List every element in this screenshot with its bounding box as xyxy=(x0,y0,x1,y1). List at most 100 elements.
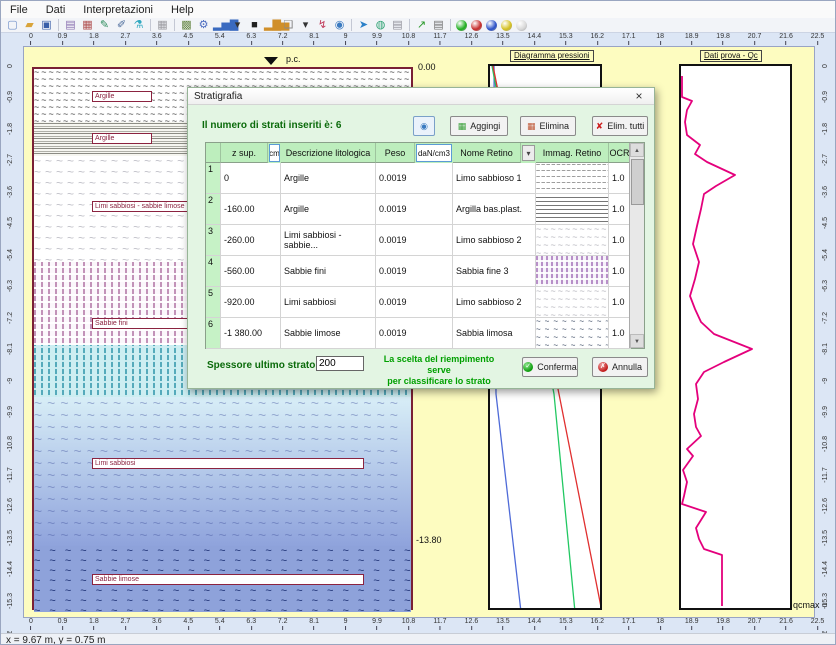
delete-all-button[interactable]: ✘Elim. tutti xyxy=(592,116,648,136)
cell-immagine-retino[interactable]: ~~~~~~~~~~~ ~~~~~~~~~~~ ~~~~~~~~~~~ ~~~~… xyxy=(536,225,609,256)
column-header: Nome Retino xyxy=(453,143,521,163)
page-edit-icon[interactable]: ✎ xyxy=(97,19,112,32)
cell-z-sup[interactable]: 0 xyxy=(221,163,281,194)
print-icon[interactable]: ▤ xyxy=(431,19,446,32)
line-chart-icon[interactable]: ↯ xyxy=(315,19,330,32)
ruler-tick: 3.6 xyxy=(152,618,162,630)
row-number-cell[interactable]: 6 xyxy=(206,318,221,349)
chart-up-icon[interactable]: ↗ xyxy=(414,19,429,32)
caret-down-icon[interactable]: ▾ xyxy=(230,19,245,32)
flask-icon[interactable]: ⚗ xyxy=(131,19,146,32)
bar-chart-icon[interactable]: ▂▅▇ xyxy=(213,19,228,32)
add-layer-button[interactable]: ▦Aggingi xyxy=(450,116,508,136)
cell-peso[interactable]: 0.0019 xyxy=(376,318,453,349)
green-ball-icon[interactable] xyxy=(456,20,467,31)
depth-water-label: -13.80 xyxy=(416,535,442,545)
cell-descrizione[interactable]: Argille xyxy=(281,194,376,225)
cell-peso[interactable]: 0.0019 xyxy=(376,225,453,256)
gear-icon[interactable]: ⚙ xyxy=(196,19,211,32)
cell-z-sup[interactable]: -160.00 xyxy=(221,194,281,225)
table-scrollbar[interactable]: ▲ ▼ xyxy=(629,143,644,348)
cell-z-sup[interactable]: -560.00 xyxy=(221,256,281,287)
confirm-button[interactable]: ✓Conferma xyxy=(522,357,578,377)
close-icon[interactable]: × xyxy=(627,89,651,104)
cell-immagine-retino[interactable] xyxy=(536,194,609,225)
cell-descrizione[interactable]: Limi sabbiosi xyxy=(281,287,376,318)
cell-peso[interactable]: 0.0019 xyxy=(376,287,453,318)
row-number-cell[interactable]: 1 xyxy=(206,163,221,194)
window-icon[interactable]: ❏ xyxy=(281,19,296,32)
report-icon[interactable]: ▤ xyxy=(63,19,78,32)
notes-icon[interactable]: ▤ xyxy=(390,19,405,32)
gray-ball-icon[interactable] xyxy=(516,20,527,31)
blue-ball-icon[interactable] xyxy=(486,20,497,31)
cell-immagine-retino[interactable]: ~~~~~~~~~~~~~~~~~ ~~~~~~~~~~~~~~~~~ ~~~~… xyxy=(536,163,609,194)
cell-z-sup[interactable]: -1 380.00 xyxy=(221,318,281,349)
cell-nome-retino[interactable]: Limo sabbioso 2 xyxy=(453,225,536,256)
image-icon[interactable]: ▦ xyxy=(80,19,95,32)
cell-immagine-retino[interactable] xyxy=(536,256,609,287)
cancel-button[interactable]: ✗Annulla xyxy=(592,357,648,377)
ruler-tick: 19.8 xyxy=(716,33,730,45)
doc-globe-icon[interactable]: ◉ xyxy=(332,19,347,32)
cell-descrizione[interactable]: Argille xyxy=(281,163,376,194)
ruler-tick: -5.4 xyxy=(816,249,836,261)
cell-peso[interactable]: 0.0019 xyxy=(376,163,453,194)
cell-nome-retino[interactable]: Sabbia fine 3 xyxy=(453,256,536,287)
column-header[interactable]: cm xyxy=(269,144,280,162)
qc-chart-title: Dati prova - Qc xyxy=(700,50,762,62)
grid-icon[interactable]: ▦ xyxy=(155,19,170,32)
scroll-down-icon[interactable]: ▼ xyxy=(630,334,644,348)
scroll-up-icon[interactable]: ▲ xyxy=(630,143,644,157)
cell-z-sup[interactable]: -260.00 xyxy=(221,225,281,256)
arrow-icon[interactable]: ➤ xyxy=(356,19,371,32)
menu-item-help[interactable]: Help xyxy=(162,3,203,17)
ruler-tick: -0.9 xyxy=(1,91,21,103)
row-number-cell[interactable]: 4 xyxy=(206,256,221,287)
globe-icon[interactable]: ◍ xyxy=(373,19,388,32)
menu-item-interpretazioni[interactable]: Interpretazioni xyxy=(74,3,162,17)
delete-layer-button[interactable]: ▦Elimina xyxy=(520,116,576,136)
cell-nome-retino[interactable]: Limo sabbioso 2 xyxy=(453,287,536,318)
cell-immagine-retino[interactable]: ~~~~~~~~~~~ ~~~~~~~~~~~ ~~~~~~~~~~~ ~~~~… xyxy=(536,287,609,318)
scrollbar-thumb[interactable] xyxy=(631,159,644,205)
spessore-input[interactable] xyxy=(316,356,364,371)
new-document-icon[interactable]: ▢ xyxy=(5,19,20,32)
column-dropdown-icon[interactable]: ▾ xyxy=(522,145,535,161)
cell-nome-retino[interactable]: Sabbia limosa xyxy=(453,318,536,349)
cell-peso[interactable]: 0.0019 xyxy=(376,256,453,287)
cell-z-sup[interactable]: -920.00 xyxy=(221,287,281,318)
picture-icon[interactable]: ▩ xyxy=(179,19,194,32)
menu-item-dati[interactable]: Dati xyxy=(37,3,75,17)
open-folder-icon[interactable]: ▰ xyxy=(22,19,37,32)
ruler-tick: 8.1 xyxy=(309,33,319,45)
yellow-ball-icon[interactable] xyxy=(501,20,512,31)
cell-ocr[interactable]: 1.0 xyxy=(609,163,631,194)
column-header[interactable]: daN/cm3 xyxy=(416,144,452,162)
row-number-cell[interactable]: 2 xyxy=(206,194,221,225)
view-button[interactable]: ◉ xyxy=(413,116,435,136)
cell-ocr[interactable]: 1.0 xyxy=(609,287,631,318)
menu-item-file[interactable]: File xyxy=(1,3,37,17)
cell-ocr[interactable]: 1.0 xyxy=(609,194,631,225)
cell-peso[interactable]: 0.0019 xyxy=(376,194,453,225)
cell-ocr[interactable]: 1.0 xyxy=(609,225,631,256)
cell-ocr[interactable]: 1.0 xyxy=(609,256,631,287)
ruler-tick: -11.7 xyxy=(816,469,836,481)
caret-down-icon-2[interactable]: ▾ xyxy=(298,19,313,32)
cell-nome-retino[interactable]: Argilla bas.plast. xyxy=(453,194,536,225)
row-number-cell[interactable]: 5 xyxy=(206,287,221,318)
ruler-tick: -5.4 xyxy=(1,249,21,261)
cell-nome-retino[interactable]: Limo sabbioso 1 xyxy=(453,163,536,194)
row-number-cell[interactable]: 3 xyxy=(206,225,221,256)
save-icon[interactable]: ▣ xyxy=(39,19,54,32)
cell-descrizione[interactable]: Sabbie limose xyxy=(281,318,376,349)
columns-chart-icon[interactable]: ▂▇▅ xyxy=(264,19,279,32)
cell-descrizione[interactable]: Limi sabbiosi - sabbie... xyxy=(281,225,376,256)
presentation-icon[interactable]: ■ xyxy=(247,19,262,32)
red-ball-icon[interactable] xyxy=(471,20,482,31)
cell-descrizione[interactable]: Sabbie fini xyxy=(281,256,376,287)
cell-ocr[interactable]: 1.0 xyxy=(609,318,631,349)
cell-immagine-retino[interactable]: ~~~~~~~~~~ ~~~~~~~~~~ ~~~~~~~~~~ ~~~~~~~… xyxy=(536,318,609,349)
edit-icon[interactable]: ✐ xyxy=(114,19,129,32)
